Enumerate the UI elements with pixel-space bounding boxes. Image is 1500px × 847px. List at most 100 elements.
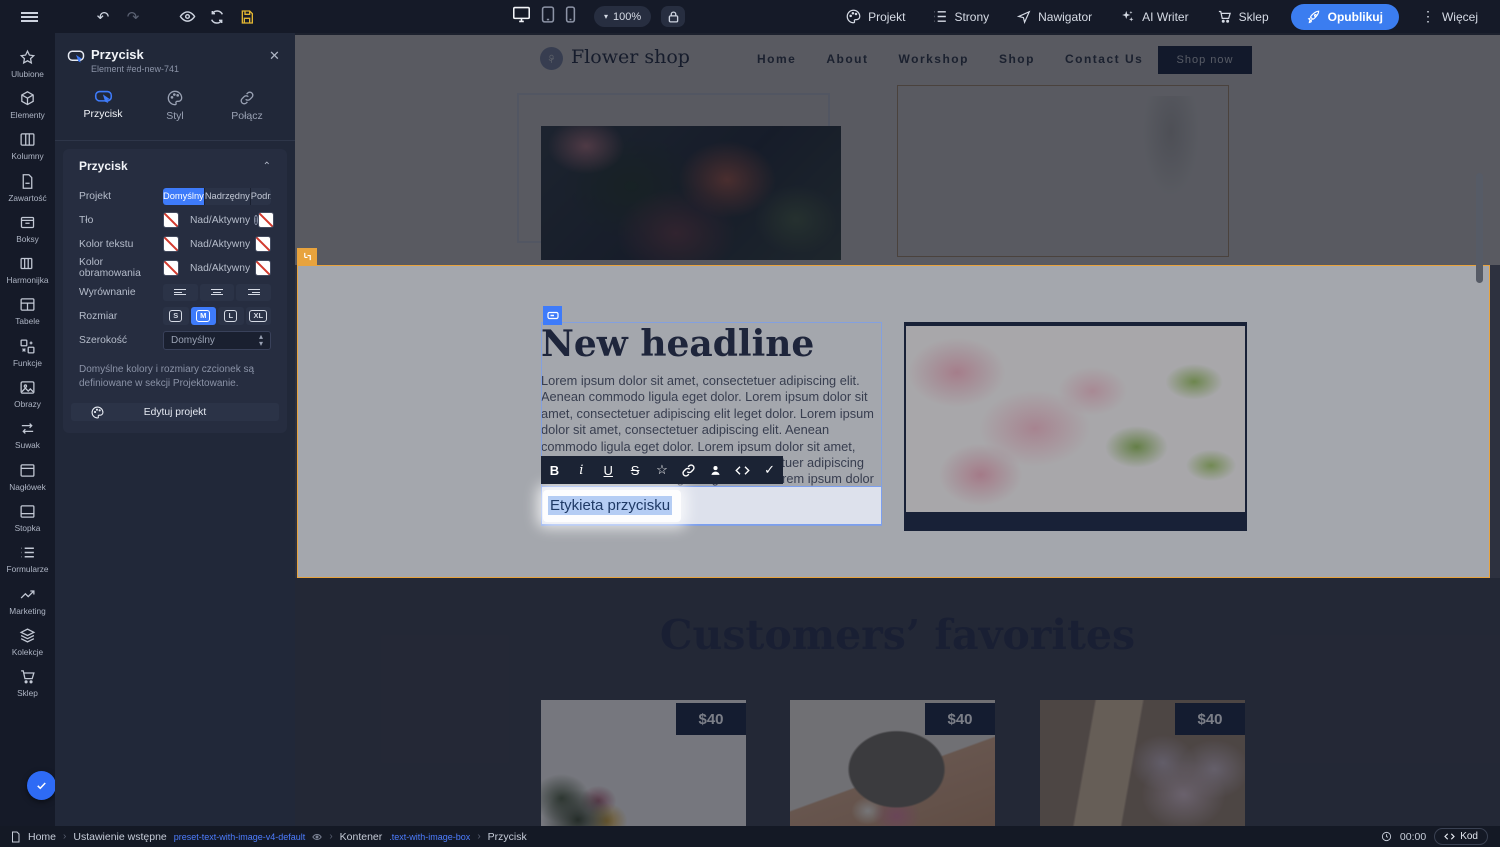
product-card[interactable]: $40 <box>790 700 995 826</box>
favorite-star-button[interactable]: ☆ <box>649 456 676 484</box>
zoom-select[interactable]: ▾ 100% <box>594 6 651 27</box>
publish-button[interactable]: Opublikuj <box>1291 4 1399 30</box>
border-color-row: Kolor obramowania Nad/Aktywny <box>71 257 279 279</box>
redo-icon[interactable]: ↷ <box>118 5 148 29</box>
sidebar-item-elementy[interactable]: Elementy <box>0 84 55 125</box>
text-hover-color-swatch[interactable] <box>255 236 271 252</box>
sidebar-item-stopka[interactable]: Stopka <box>0 497 55 538</box>
navigator-menu-button[interactable]: Nawigator <box>1005 5 1104 29</box>
sidebar-item-naglowek[interactable]: Nagłówek <box>0 456 55 497</box>
mobile-icon[interactable] <box>565 6 576 28</box>
favorites-heading[interactable]: Customers’ favorites <box>295 611 1500 659</box>
sidebar-item-kolumny[interactable]: Kolumny <box>0 126 55 167</box>
align-right-button[interactable] <box>236 284 271 301</box>
size-m-button[interactable]: M <box>191 307 217 325</box>
code-view-button[interactable] <box>729 456 756 484</box>
bordered-placeholder-box[interactable] <box>897 85 1229 257</box>
sidebar-item-marketing[interactable]: Marketing <box>0 580 55 621</box>
close-icon[interactable]: ✕ <box>269 49 283 63</box>
sidebar-item-suwak[interactable]: Suwak <box>0 415 55 456</box>
section-handle-badge[interactable] <box>297 248 317 265</box>
breadcrumb-home[interactable]: Home <box>28 831 56 843</box>
background-hover-color-swatch[interactable] <box>258 212 274 228</box>
more-menu-button[interactable]: ⋮ Więcej <box>1409 5 1490 29</box>
menu-icon[interactable] <box>12 5 46 29</box>
shop-now-button[interactable]: Shop now <box>1158 46 1252 74</box>
selected-button-element[interactable]: Etykieta przycisku <box>541 486 882 525</box>
button-element-badge[interactable] <box>543 306 562 325</box>
sidebar-item-kolekcje[interactable]: Kolekcje <box>0 621 55 662</box>
preview-eye-icon[interactable] <box>172 5 202 29</box>
size-s-button[interactable]: S <box>163 307 189 325</box>
site-logo[interactable] <box>540 47 563 70</box>
align-left-button[interactable] <box>163 284 198 301</box>
strikethrough-button[interactable]: S <box>622 456 649 484</box>
card-header[interactable]: Przycisk ⌃ <box>71 159 279 183</box>
size-l-button[interactable]: L <box>218 307 244 325</box>
background-color-swatch[interactable] <box>163 212 179 228</box>
sidebar-item-tabele[interactable]: Tabele <box>0 291 55 332</box>
sidebar-item-obrazy[interactable]: Obrazy <box>0 373 55 414</box>
insert-link-button[interactable] <box>675 456 702 484</box>
breadcrumb-container[interactable]: Kontener <box>340 831 383 843</box>
sidebar-item-formularze[interactable]: Formularze <box>0 539 55 580</box>
section-headline[interactable]: New headline <box>541 323 882 365</box>
nav-shop[interactable]: Shop <box>999 52 1035 66</box>
site-nav: Home About Workshop Shop Contact Us <box>757 52 1143 66</box>
tablet-icon[interactable] <box>541 6 555 28</box>
undo-icon[interactable]: ↶ <box>88 5 118 29</box>
assistant-check-badge[interactable] <box>27 771 56 800</box>
design-option-default[interactable]: Domyślny <box>163 188 205 205</box>
ai-writer-button[interactable]: AI Writer <box>1108 5 1200 29</box>
code-button[interactable]: Kod <box>1434 828 1488 845</box>
breadcrumb-element[interactable]: Przycisk <box>488 831 527 843</box>
sidebar-item-sklep[interactable]: Sklep <box>0 662 55 703</box>
nav-about[interactable]: About <box>826 52 868 66</box>
product-card[interactable]: $40 <box>541 700 746 826</box>
section-image-panel[interactable] <box>904 322 1247 531</box>
tab-styl[interactable]: Styl <box>139 84 211 132</box>
bold-button[interactable]: B <box>541 456 568 484</box>
breadcrumb-preset[interactable]: Ustawienie wstępne <box>73 831 166 843</box>
border-hover-color-swatch[interactable] <box>255 260 271 276</box>
container-tag[interactable]: .text-with-image-box <box>389 832 470 842</box>
design-option-parent[interactable]: Nadrzędny <box>205 188 251 205</box>
underline-button[interactable]: U <box>595 456 622 484</box>
preset-tag[interactable]: preset-text-with-image-v4-default <box>174 832 306 842</box>
width-select[interactable]: Domyślny ▴▾ <box>163 331 271 350</box>
personalization-button[interactable] <box>702 456 729 484</box>
lock-zoom-button[interactable] <box>661 6 685 27</box>
site-logo-text[interactable]: Flower shop <box>571 46 690 68</box>
canvas-scrollbar-thumb[interactable] <box>1476 173 1483 283</box>
italic-button[interactable]: i <box>568 456 595 484</box>
save-icon[interactable] <box>232 5 262 29</box>
design-option-child[interactable]: Podrzędny <box>251 188 271 205</box>
size-xl-button[interactable]: XL <box>246 307 272 325</box>
sidebar-item-zawartosc[interactable]: Zawartość <box>0 167 55 208</box>
tab-polacz[interactable]: Połącz <box>211 84 283 132</box>
roses-photo[interactable] <box>541 126 841 260</box>
text-with-image-section[interactable] <box>297 265 1490 578</box>
nav-home[interactable]: Home <box>757 52 796 66</box>
shop-menu-button[interactable]: Sklep <box>1205 5 1281 29</box>
pages-menu-button[interactable]: Strony <box>921 5 1001 29</box>
nav-contact-us[interactable]: Contact Us <box>1065 52 1143 66</box>
refresh-icon[interactable] <box>202 5 232 29</box>
sidebar-item-boksy[interactable]: Boksy <box>0 208 55 249</box>
code-icon <box>735 464 750 477</box>
project-menu-button[interactable]: Projekt <box>834 5 917 29</box>
section-paragraph[interactable]: Lorem ipsum dolor sit amet, consectetuer… <box>541 373 882 504</box>
confirm-button[interactable]: ✓ <box>756 456 783 484</box>
sidebar-item-funkcje[interactable]: Funkcje <box>0 332 55 373</box>
align-center-button[interactable] <box>200 284 235 301</box>
product-card[interactable]: $40 <box>1040 700 1245 826</box>
button-label-text[interactable]: Etykieta przycisku <box>548 496 672 515</box>
text-color-swatch[interactable] <box>163 236 179 252</box>
desktop-icon[interactable] <box>512 6 531 28</box>
edit-design-button[interactable]: Edytuj projekt <box>71 403 279 421</box>
sidebar-item-ulubione[interactable]: Ulubione <box>0 43 55 84</box>
tab-przycisk[interactable]: Przycisk <box>67 84 139 132</box>
nav-workshop[interactable]: Workshop <box>899 52 969 66</box>
border-color-swatch[interactable] <box>163 260 179 276</box>
sidebar-item-harmonijka[interactable]: Harmonijka <box>0 249 55 290</box>
